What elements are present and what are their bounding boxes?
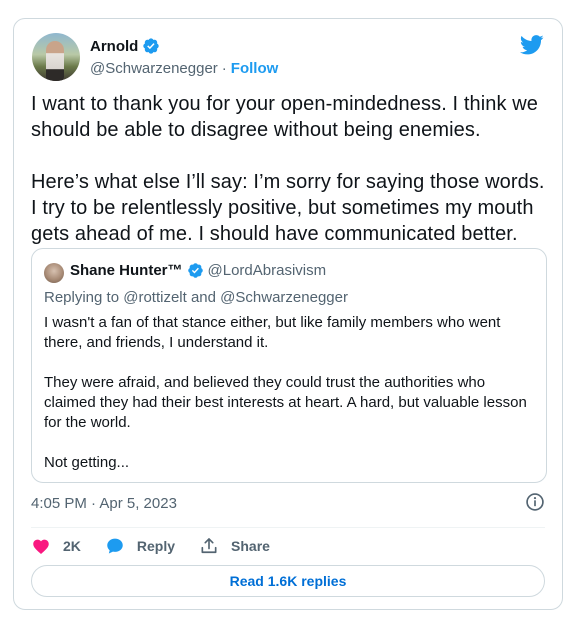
author-name-line: Arnold	[90, 37, 160, 55]
twitter-bird-icon[interactable]	[520, 35, 544, 55]
quoted-tweet[interactable]: Shane Hunter™ @LordAbrasivism Replying t…	[31, 248, 547, 483]
share-label: Share	[231, 538, 270, 554]
replying-and: and	[190, 289, 216, 306]
info-icon[interactable]	[525, 492, 545, 512]
avatar-photo	[46, 41, 64, 81]
heart-icon	[33, 539, 49, 554]
tweet-text: I want to thank you for your open-minded…	[31, 93, 545, 245]
quoted-author-line: Shane Hunter™ @LordAbrasivism	[70, 262, 326, 279]
author-handle-line: @Schwarzenegger · Follow	[90, 60, 278, 77]
read-replies-button[interactable]: Read 1.6K replies	[31, 565, 545, 597]
reply-label: Reply	[136, 538, 176, 554]
author-handle[interactable]: @Schwarzenegger	[90, 60, 218, 77]
tweet-timestamp[interactable]: 4:05 PM · Apr 5, 2023	[31, 495, 177, 512]
quoted-author-name[interactable]: Shane Hunter™	[70, 262, 183, 279]
reply-bubble-icon	[107, 538, 123, 554]
reply-button[interactable]: Reply	[105, 536, 175, 556]
replying-to-line: Replying to @rottizelt and @Schwarzenegg…	[44, 289, 348, 306]
separator-dot: ·	[221, 60, 227, 77]
replying-prefix: Replying to	[44, 289, 120, 306]
mention-rottizelt[interactable]: @rottizelt	[123, 289, 187, 306]
author-name[interactable]: Arnold	[90, 38, 138, 55]
like-button[interactable]: 2K	[31, 536, 81, 556]
verified-badge-icon	[143, 38, 160, 54]
like-count: 2K	[63, 538, 81, 554]
mention-schwarzenegger[interactable]: @Schwarzenegger	[220, 289, 348, 306]
author-avatar[interactable]	[32, 33, 80, 81]
quoted-author-avatar[interactable]	[44, 263, 64, 283]
quoted-tweet-text: I wasn't a fan of that stance either, bu…	[44, 314, 527, 471]
divider	[31, 527, 545, 528]
follow-button[interactable]: Follow	[231, 60, 279, 77]
share-icon	[201, 538, 217, 554]
quoted-author-handle[interactable]: @LordAbrasivism	[208, 262, 327, 279]
share-button[interactable]: Share	[199, 536, 270, 556]
tweet-card: Arnold @Schwarzenegger · Follow I want t…	[13, 18, 563, 610]
verified-badge-icon	[187, 263, 203, 278]
action-bar: 2K Reply Share	[31, 533, 294, 559]
